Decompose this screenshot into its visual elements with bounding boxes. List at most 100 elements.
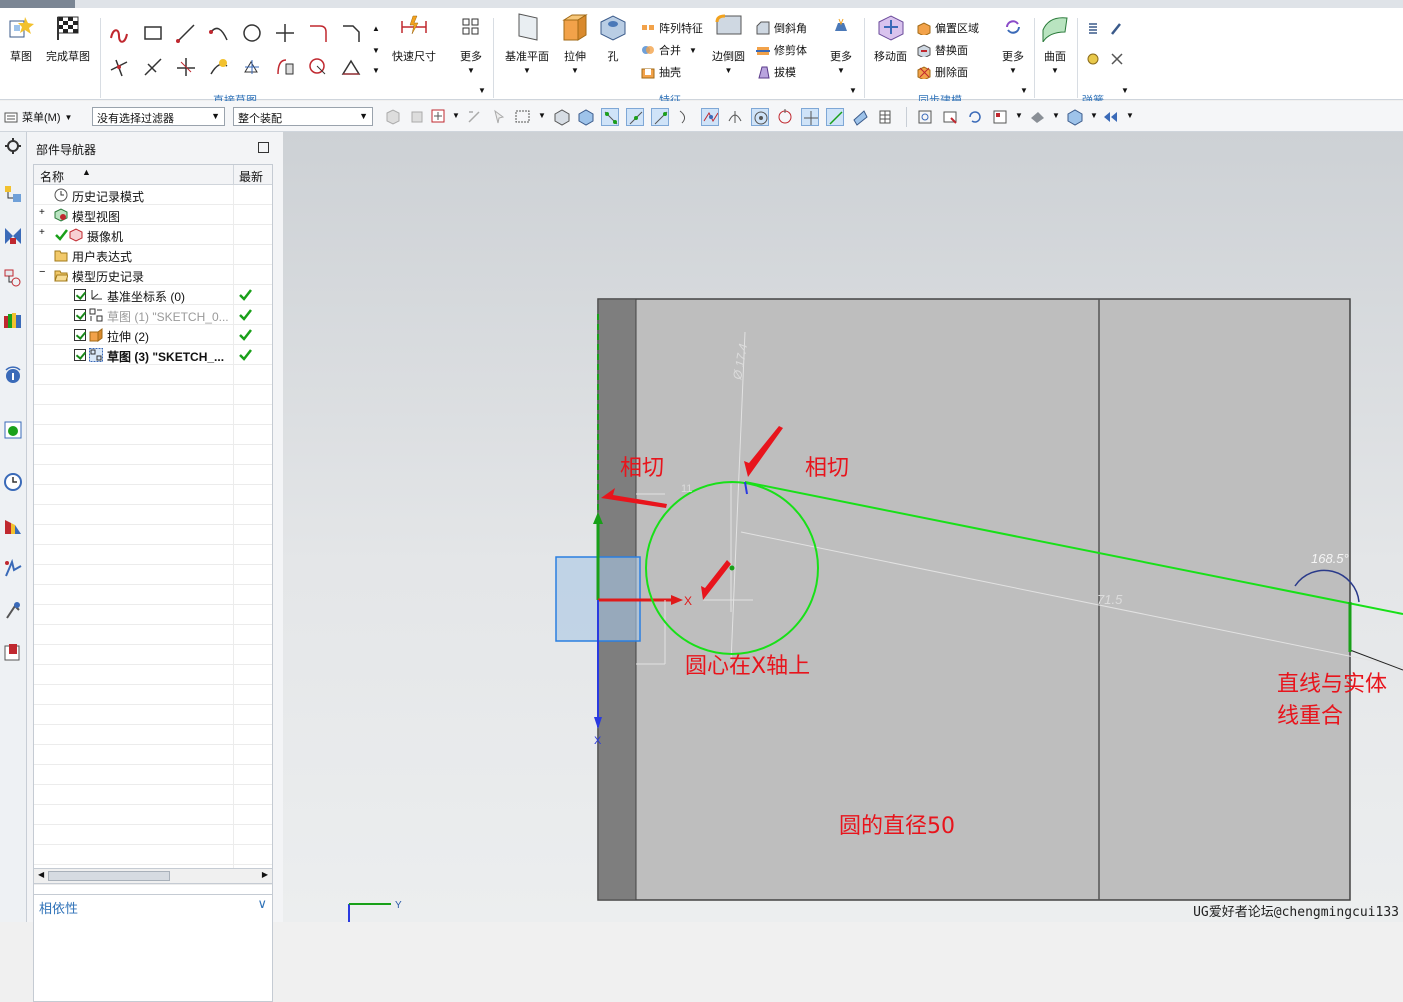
chevron-down-icon[interactable]: ∨ [257,896,267,912]
arc-icon[interactable] [208,22,230,44]
surface-button[interactable]: 曲面 ▼ [1040,12,1070,75]
process-studio-icon[interactable] [3,642,23,662]
select-body-icon[interactable] [553,108,571,126]
snap-on-face-icon[interactable] [851,108,869,126]
more-sketch-button[interactable]: 更多 ▼ [456,12,486,75]
column-name-header[interactable]: 名称 [40,168,64,185]
extrude-button[interactable]: 拉伸 ▼ [560,12,590,75]
curve-scroll-up[interactable]: ▲ [372,24,380,33]
checkbox[interactable] [74,309,86,321]
checkbox[interactable] [74,349,86,361]
render-style-dropdown[interactable]: ▼ [1052,111,1060,120]
gear-part-icon[interactable] [1086,52,1100,66]
datum-plane-button[interactable]: 基准平面 ▼ [505,12,549,75]
select-features-icon[interactable] [384,108,402,126]
circle-icon[interactable] [241,22,263,44]
group-dropdown-feature[interactable]: ▼ [849,86,857,95]
group-dropdown-sketch[interactable]: ▼ [478,86,486,95]
tree-row-cameras[interactable]: + 摄像机 [34,225,272,245]
spring-icon[interactable] [1086,22,1100,36]
quick-extend-icon[interactable] [142,56,164,78]
tree-row-user-expressions[interactable]: 用户表达式 [34,245,272,265]
profile-icon[interactable] [108,22,130,44]
fit-view-icon[interactable] [916,108,934,126]
constraint-navigator-icon[interactable] [3,226,23,246]
general-selection-dropdown[interactable]: ▼ [452,111,460,120]
select-face-icon[interactable] [577,108,595,126]
point-icon[interactable] [274,22,296,44]
history-icon[interactable] [3,472,23,492]
snap-existing-point-icon[interactable] [801,108,819,126]
curve-gallery-expand[interactable]: ▼ [372,66,380,75]
horizontal-scrollbar[interactable]: ◀ ▶ [33,868,273,884]
box-select-dropdown[interactable]: ▼ [538,111,546,120]
scroll-thumb[interactable] [48,871,170,881]
checkbox[interactable] [74,289,86,301]
snap-midpoint-icon[interactable] [626,108,644,126]
tree-row-sketch-1[interactable]: 草图 (1) "SKETCH_0... [34,305,272,325]
move-face-button[interactable]: 移动面 [874,12,907,64]
maximize-icon[interactable] [258,142,269,153]
scroll-right-icon[interactable]: ▶ [262,870,268,879]
project-curve-icon[interactable] [340,56,362,78]
offset-region-button[interactable]: 偏置区域 [917,20,979,36]
gear-icon[interactable] [3,136,23,156]
line-icon[interactable] [175,22,197,44]
intersection-icon[interactable] [307,56,329,78]
general-selection-icon[interactable] [430,108,448,126]
visibility-dropdown[interactable]: ▼ [1126,111,1134,120]
offset-curve-icon[interactable] [208,56,230,78]
pattern-curve-icon[interactable] [241,56,263,78]
more-feature-button[interactable]: 更多 ▼ [826,12,856,75]
group-dropdown-spring[interactable]: ▼ [1121,86,1129,95]
snap-circle-center-icon[interactable] [751,108,769,126]
palette-icon[interactable] [3,516,23,536]
finish-sketch-button[interactable]: 完成草图 [46,12,90,64]
replace-face-button[interactable]: 替换面 [917,42,968,58]
snap-quadrant-icon[interactable] [776,108,794,126]
menu-button[interactable]: 菜单(M) ▼ [4,109,72,125]
type-filter-select[interactable]: 没有选择过滤器 ▼ [92,107,225,126]
dependencies-section[interactable]: 相依性 ∨ [33,894,273,916]
tool-icon[interactable] [1110,52,1124,66]
tree-row-datum-csys[interactable]: 基准坐标系 (0) [34,285,272,305]
hd3d-tools-icon[interactable] [3,364,23,384]
tree-row-model-views[interactable]: + 模型视图 [34,205,272,225]
checkbox[interactable] [74,329,86,341]
quick-trim-icon[interactable] [108,56,130,78]
system-materials-icon[interactable] [3,600,23,620]
hole-button[interactable]: 孔 [598,12,628,64]
make-corner-icon[interactable] [175,56,197,78]
render-style-icon[interactable] [1028,108,1046,126]
mirror-curve-icon[interactable] [274,56,296,78]
tree-row-model-history[interactable]: − 模型历史记录 [34,265,272,285]
delete-face-button[interactable]: 删除面 [917,64,968,80]
tree-row-extrude-2[interactable]: 拉伸 (2) [34,325,272,345]
expand-icon[interactable]: + [39,227,45,238]
scope-select[interactable]: 整个装配 ▼ [233,107,373,126]
orient-view-icon[interactable] [991,108,1009,126]
expand-icon[interactable]: + [39,207,45,218]
snap-endpoint-icon[interactable] [601,108,619,126]
edge-blend-button[interactable]: 边倒圆 ▼ [712,12,745,75]
shell-button[interactable]: 抽壳 [641,64,681,80]
draft-button[interactable]: 拔模 [756,64,796,80]
scroll-left-icon[interactable]: ◀ [38,870,44,879]
chamfer-icon[interactable] [340,22,362,44]
snap-point-icon[interactable] [465,108,483,126]
snap-arc-center-icon[interactable] [726,108,744,126]
sketch-button[interactable]: 草图 [6,12,36,64]
part-navigator-icon[interactable] [3,268,23,288]
collapse-icon[interactable]: − [39,266,45,278]
quick-dimension-button[interactable]: 快速尺寸 [392,12,436,64]
column-latest-header[interactable]: 最新 [239,168,263,185]
orient-view-dropdown[interactable]: ▼ [1015,111,1023,120]
pick-icon[interactable] [490,108,508,126]
tree-row-history-mode[interactable]: 历史记录模式 [34,185,272,205]
bolt-icon[interactable] [1110,22,1124,36]
snap-bounded-grid-icon[interactable] [876,108,894,126]
curve-scroll-down[interactable]: ▼ [372,46,380,55]
snap-curve-icon[interactable] [676,108,694,126]
edit-section-icon[interactable] [1066,108,1084,126]
web-browser-icon[interactable] [3,420,23,440]
